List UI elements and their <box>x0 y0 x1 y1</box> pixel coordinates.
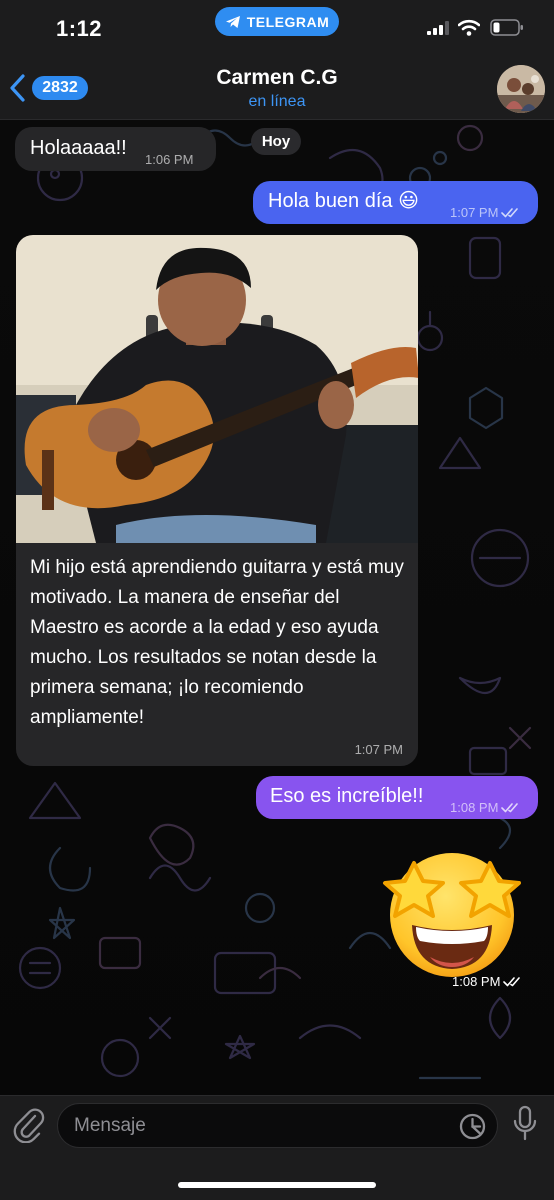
battery-low-icon <box>490 19 523 36</box>
chat-header: 2832 Carmen C.G en línea <box>0 58 554 120</box>
outgoing-message[interactable]: Eso es increíble!! 1:08 PM <box>256 776 538 819</box>
contact-avatar[interactable] <box>497 65 545 113</box>
wifi-icon <box>458 19 480 36</box>
message-time: 1:08 PM <box>452 973 501 989</box>
outgoing-message[interactable]: Hola buen día 😃 1:07 PM <box>253 181 538 224</box>
star-struck-emoji[interactable] <box>374 843 530 979</box>
message-time: 1:08 PM <box>450 800 499 815</box>
message-text: Holaaaaa!! <box>30 137 127 159</box>
sticker-clock-icon[interactable] <box>459 1113 486 1140</box>
status-time: 1:12 <box>56 16 103 41</box>
photo-caption: Mi hijo está aprendiendo guitarra y está… <box>30 557 404 728</box>
message-input-bar <box>0 1095 554 1200</box>
return-to-telegram-pill[interactable]: TELEGRAM <box>215 7 339 36</box>
contact-status: en línea <box>248 93 306 110</box>
incoming-message[interactable]: Holaaaaa!! 1:06 PM <box>15 127 216 171</box>
microphone-icon[interactable] <box>512 1105 538 1143</box>
message-meta: 1:08 PM <box>446 971 529 991</box>
message-meta: 1:07 PM <box>450 200 521 225</box>
double-check-icon <box>501 208 519 218</box>
pill-label: TELEGRAM <box>246 13 330 30</box>
double-check-icon <box>503 976 521 986</box>
message-field[interactable] <box>57 1103 498 1148</box>
photo-boy-playing-guitar[interactable] <box>16 235 418 543</box>
message-input[interactable] <box>74 1112 454 1140</box>
message-text: Hola buen día 😃 <box>268 190 419 212</box>
telegram-plane-icon <box>225 15 240 28</box>
status-bar: 1:12 TELEGRAM <box>0 0 554 58</box>
contact-name[interactable]: Carmen C.G <box>0 66 554 90</box>
avatar-photo <box>497 65 545 113</box>
double-check-icon <box>501 803 519 813</box>
cellular-signal-icon <box>427 21 449 35</box>
home-indicator[interactable] <box>178 1182 376 1188</box>
message-text: Eso es increíble!! <box>270 785 424 807</box>
message-meta: 1:08 PM <box>450 795 521 820</box>
paperclip-icon[interactable] <box>13 1107 45 1143</box>
incoming-photo-message[interactable]: Mi hijo está aprendiendo guitarra y está… <box>16 235 418 766</box>
message-time: 1:07 PM <box>450 205 499 220</box>
message-time: 1:07 PM <box>354 742 403 757</box>
telegram-chat-screen: 1:12 TELEGRAM 2832 Carmen C.G en línea H… <box>0 0 554 1200</box>
date-separator: Hoy <box>251 128 301 155</box>
message-time: 1:06 PM <box>145 152 194 167</box>
